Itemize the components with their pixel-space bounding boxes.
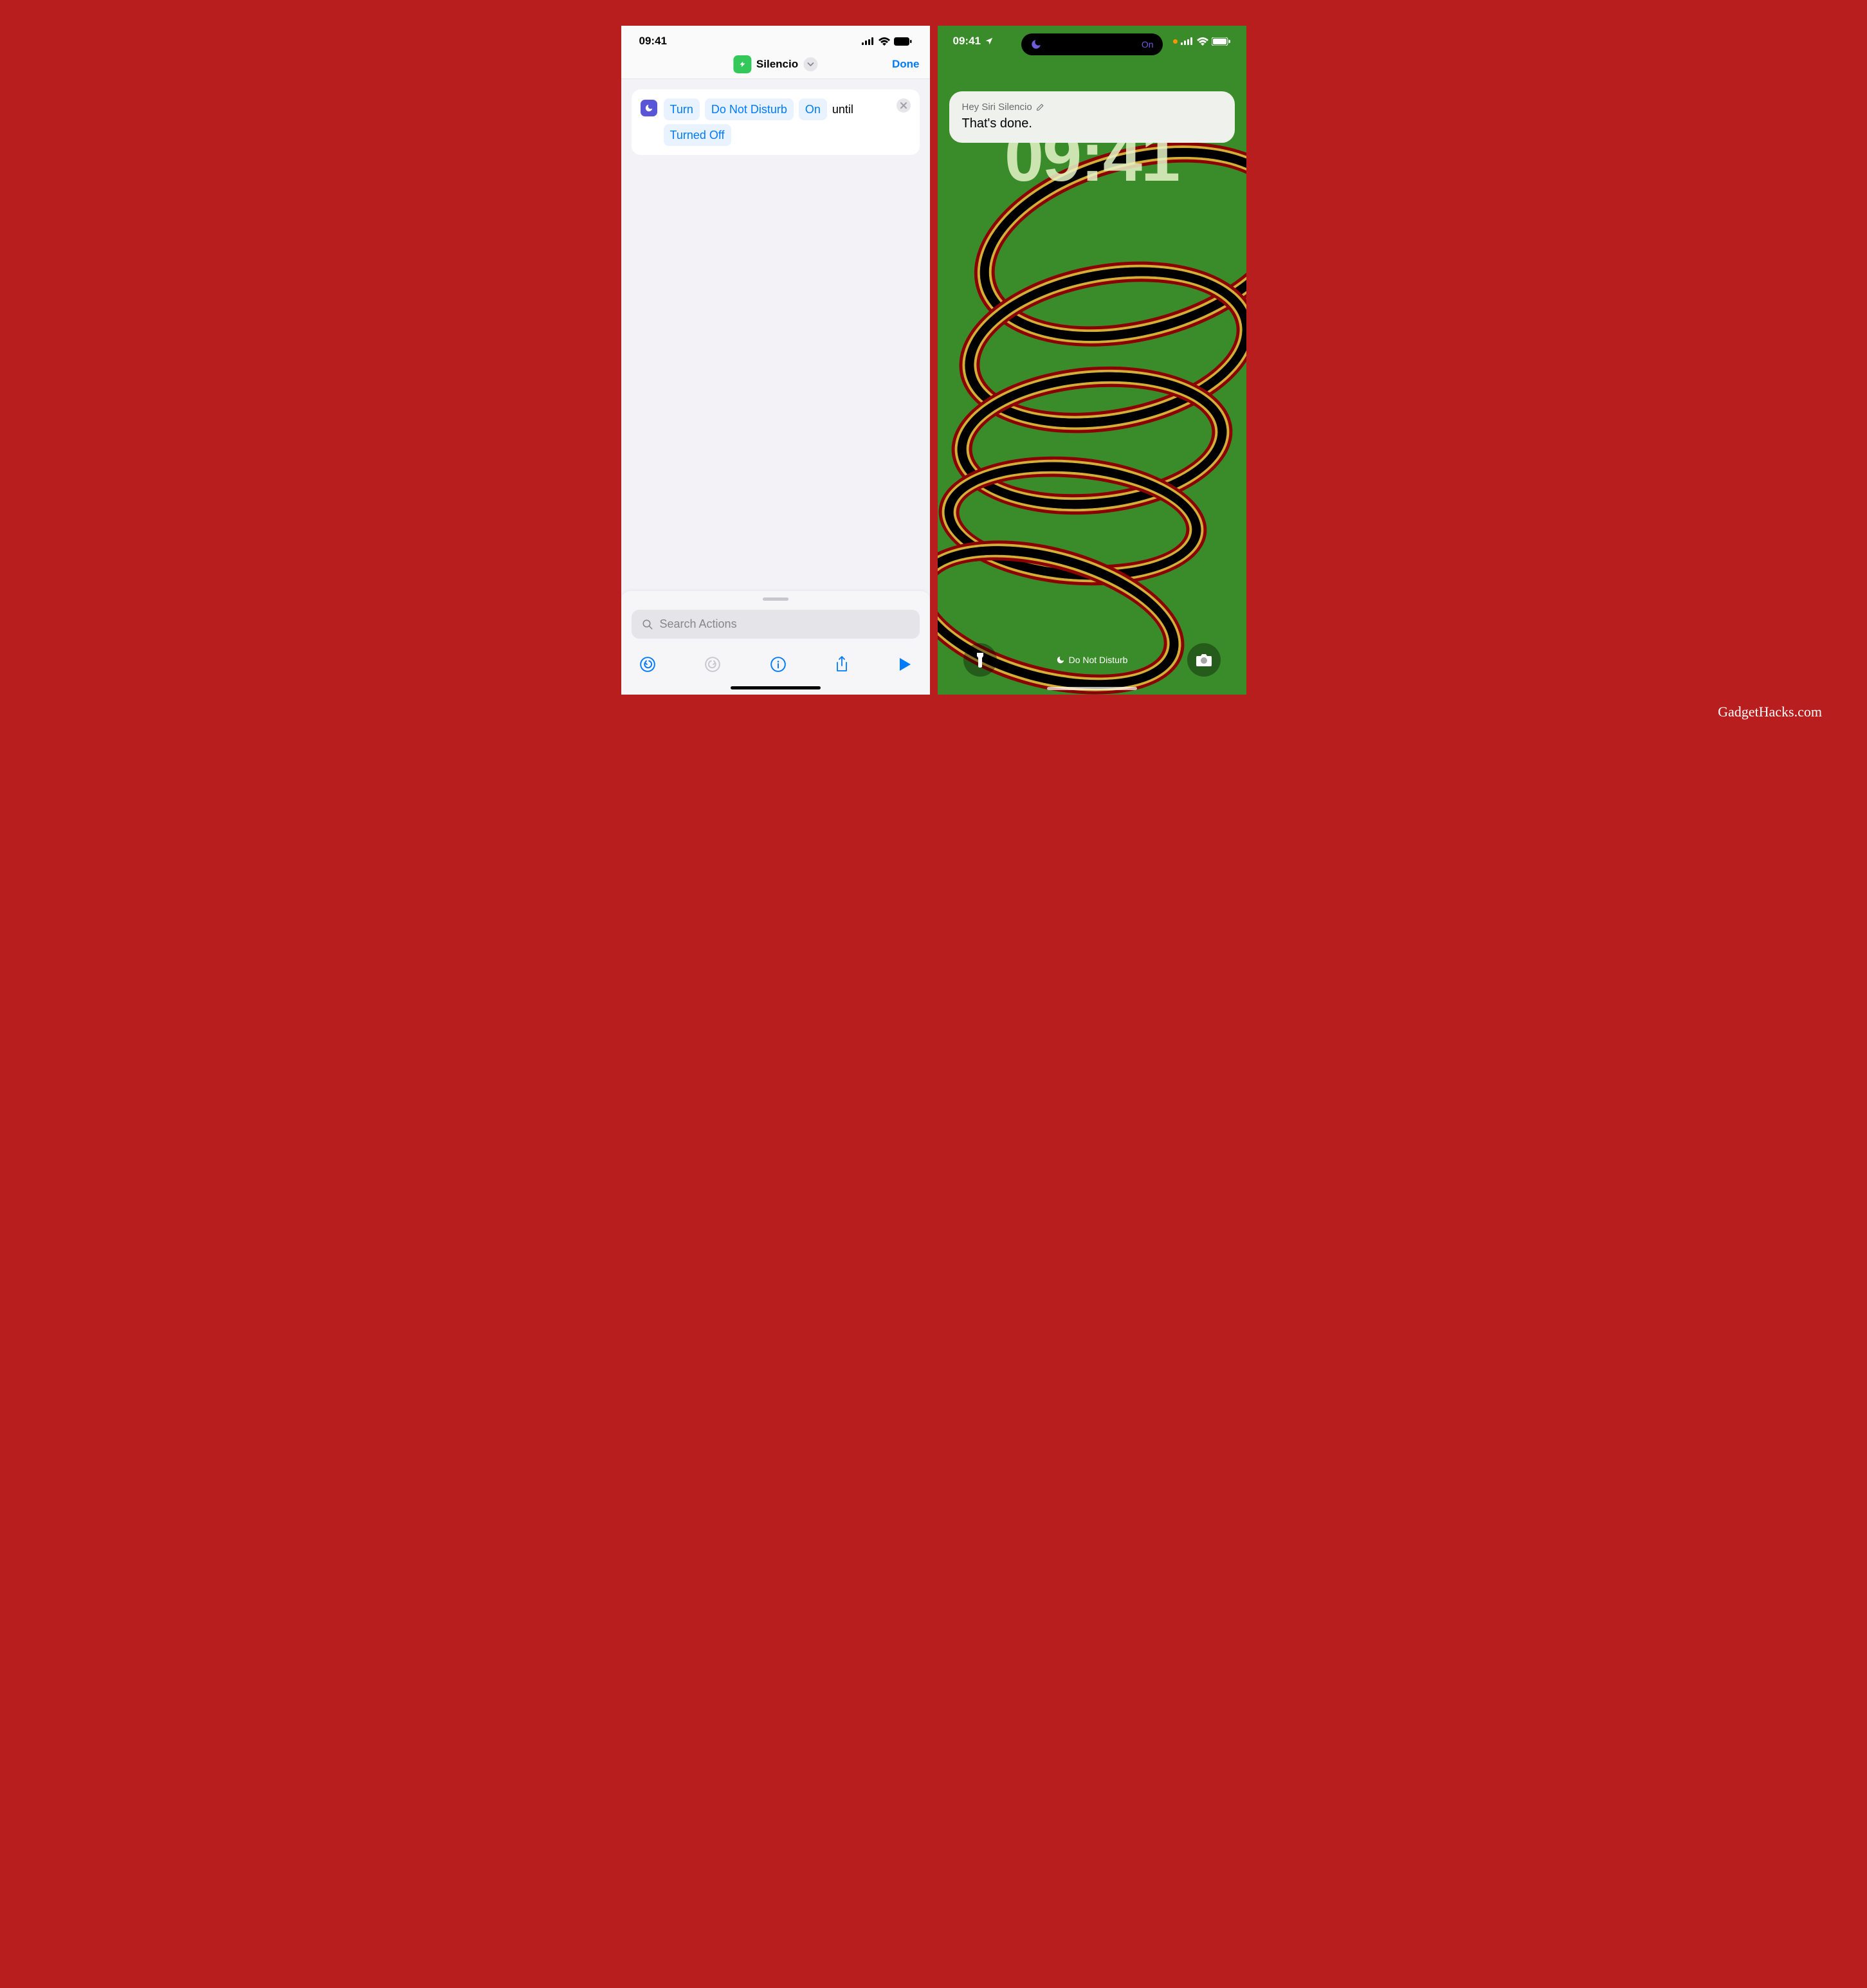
share-button[interactable]	[835, 655, 849, 673]
action-card[interactable]: Turn Do Not Disturb On until Turned Off	[632, 89, 920, 155]
siri-response-card[interactable]: Hey Siri Silencio That's done.	[949, 91, 1235, 143]
home-indicator[interactable]	[731, 686, 821, 689]
battery-icon	[894, 37, 912, 46]
token-on[interactable]: On	[799, 98, 827, 120]
island-status-label: On	[1142, 39, 1154, 50]
nav-title-group[interactable]: Silencio	[733, 55, 817, 73]
run-button[interactable]	[898, 657, 912, 672]
status-icons	[862, 37, 912, 46]
action-text: Turn Do Not Disturb On until Turned Off	[664, 98, 911, 146]
status-time: 09:41	[639, 35, 667, 48]
siri-response-text: That's done.	[962, 116, 1222, 131]
editor-toolbar	[632, 650, 920, 686]
shortcut-title: Silencio	[756, 58, 798, 71]
nav-bar: Silencio Done	[621, 53, 930, 79]
focus-label: Do Not Disturb	[1069, 655, 1128, 665]
flashlight-button[interactable]	[963, 643, 997, 677]
moon-icon	[1030, 39, 1042, 50]
token-turned-off[interactable]: Turned Off	[664, 124, 731, 146]
cellular-icon	[1181, 37, 1194, 45]
wifi-icon	[879, 37, 890, 46]
clear-action-button[interactable]	[897, 98, 911, 113]
redo-button	[704, 656, 721, 673]
moon-icon	[1056, 655, 1065, 664]
cellular-icon	[862, 37, 875, 45]
siri-phrase: Hey Siri Silencio	[962, 102, 1032, 113]
lock-screen-controls: Do Not Disturb	[938, 643, 1246, 677]
focus-moon-icon	[641, 100, 657, 116]
camera-button[interactable]	[1187, 643, 1221, 677]
status-time: 09:41	[953, 35, 981, 48]
sheet-grabber[interactable]	[763, 597, 788, 601]
wifi-icon	[1197, 37, 1208, 46]
shortcut-app-icon	[733, 55, 751, 73]
token-until: until	[832, 100, 853, 119]
watermark: GadgetHacks.com	[26, 695, 1841, 720]
search-icon	[642, 619, 653, 630]
actions-canvas[interactable]: Turn Do Not Disturb On until Turned Off	[621, 79, 930, 591]
info-button[interactable]	[770, 656, 787, 673]
search-actions-input[interactable]: Search Actions	[632, 610, 920, 639]
home-indicator[interactable]	[1047, 687, 1137, 690]
bottom-sheet[interactable]: Search Actions	[621, 591, 930, 695]
privacy-indicator-icon	[1173, 39, 1178, 44]
battery-icon	[1212, 37, 1231, 46]
search-placeholder: Search Actions	[660, 617, 737, 631]
siri-header: Hey Siri Silencio	[962, 102, 1222, 113]
chevron-down-icon[interactable]	[803, 57, 817, 71]
lock-screen: 09:41 On 09:41 Hey Siri Silencio That's …	[938, 26, 1246, 695]
shortcuts-editor-screen: 09:41 Silencio Done	[621, 26, 930, 695]
location-icon	[985, 37, 994, 46]
edit-icon[interactable]	[1036, 103, 1044, 111]
focus-status[interactable]: Do Not Disturb	[1056, 655, 1128, 665]
status-bar: 09:41	[621, 26, 930, 53]
dynamic-island[interactable]: On	[1021, 33, 1163, 55]
token-dnd[interactable]: Do Not Disturb	[705, 98, 794, 120]
done-button[interactable]: Done	[892, 58, 920, 71]
token-turn[interactable]: Turn	[664, 98, 700, 120]
undo-button[interactable]	[639, 656, 656, 673]
